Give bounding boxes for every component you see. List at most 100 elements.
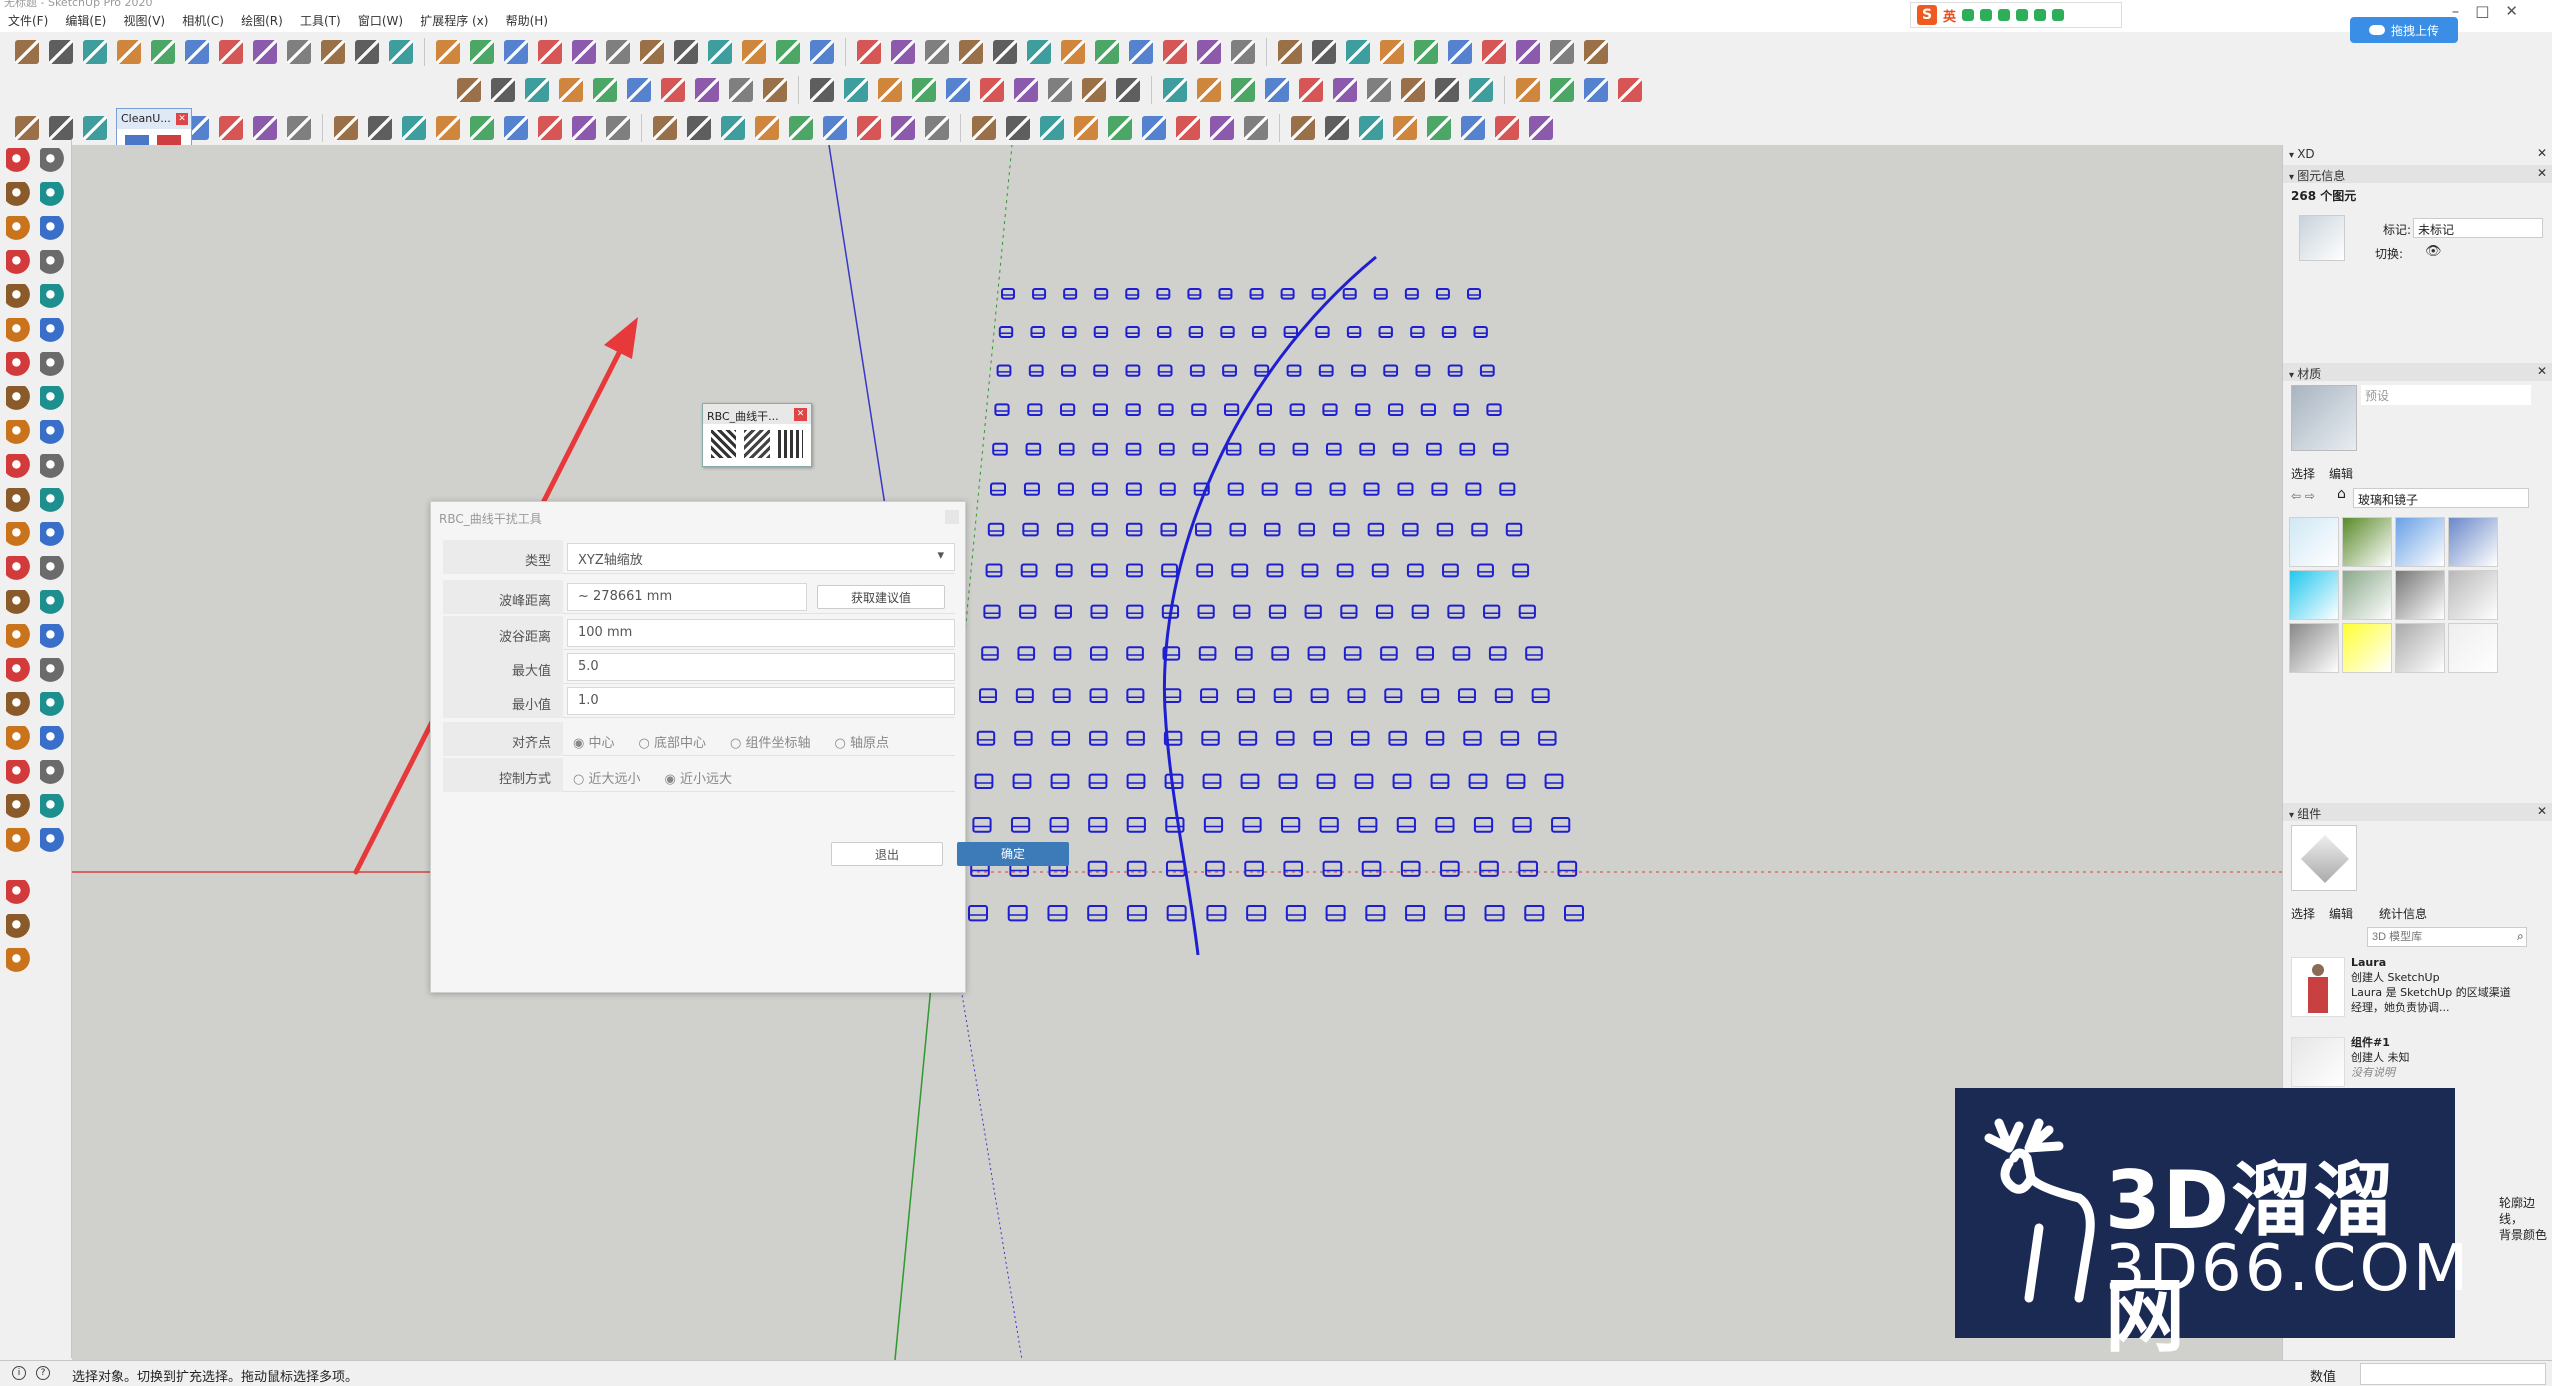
row1-tool-31-icon[interactable]	[1061, 40, 1085, 64]
row3-tool-44-icon[interactable]	[1529, 116, 1553, 140]
control-near-big-radio[interactable]: 近大远小	[573, 768, 640, 787]
row3-tool-25-icon[interactable]	[857, 116, 881, 140]
material-swatch-8[interactable]	[2448, 570, 2498, 620]
left-tool-36-icon[interactable]	[40, 726, 66, 752]
exit-button[interactable]: 退出	[831, 842, 943, 866]
materials-header[interactable]: 材质 ✕	[2283, 363, 2552, 381]
material-swatch-4[interactable]	[2448, 517, 2498, 567]
row3-tool-2-icon[interactable]	[49, 116, 73, 140]
row1-tool-8-icon[interactable]	[253, 40, 277, 64]
left-tool-12-icon[interactable]	[40, 318, 66, 344]
left-tool-32-icon[interactable]	[40, 658, 66, 684]
close-icon[interactable]: ✕	[2537, 804, 2547, 818]
tag-select[interactable]: 未标记	[2413, 218, 2543, 238]
type-select[interactable]: XYZ轴缩放 ▾	[567, 543, 955, 571]
row3-tool-23-icon[interactable]	[789, 116, 813, 140]
max-input[interactable]: 5.0	[567, 653, 955, 681]
row1-tool-39-icon[interactable]	[1346, 40, 1370, 64]
left-tool-15-icon[interactable]	[6, 386, 32, 412]
row3-tool-15-icon[interactable]	[504, 116, 528, 140]
row1-tool-5-icon[interactable]	[151, 40, 175, 64]
row3-tool-29-icon[interactable]	[1006, 116, 1030, 140]
suggest-button[interactable]: 获取建议值	[817, 585, 945, 609]
left-tool-45-icon[interactable]	[6, 914, 32, 940]
row3-tool-19-icon[interactable]	[653, 116, 677, 140]
row3-tool-8-icon[interactable]	[253, 116, 277, 140]
row2-tool-18-icon[interactable]	[1048, 78, 1072, 102]
align-bottom-radio[interactable]: 底部中心	[639, 732, 706, 751]
row3-tool-20-icon[interactable]	[687, 116, 711, 140]
row3-tool-30-icon[interactable]	[1040, 116, 1064, 140]
row1-tool-46-icon[interactable]	[1584, 40, 1608, 64]
row1-tool-14-icon[interactable]	[470, 40, 494, 64]
material-swatch-12[interactable]	[2448, 623, 2498, 673]
row3-tool-36-icon[interactable]	[1244, 116, 1268, 140]
row1-tool-6-icon[interactable]	[185, 40, 209, 64]
measurements-input[interactable]	[2360, 1363, 2546, 1385]
row1-tool-36-icon[interactable]	[1231, 40, 1255, 64]
left-tool-47-icon[interactable]	[6, 948, 32, 974]
material-swatch-9[interactable]	[2289, 623, 2339, 673]
laura-info[interactable]: Laura 创建人 SketchUp Laura 是 SketchUp 的区域渠…	[2351, 955, 2547, 1015]
row1-tool-11-icon[interactable]	[355, 40, 379, 64]
left-tool-7-icon[interactable]	[6, 250, 32, 276]
dialog-title-bar[interactable]: RBC_曲线干扰工具	[431, 502, 965, 532]
row3-tool-9-icon[interactable]	[287, 116, 311, 140]
left-tool-29-icon[interactable]	[6, 624, 32, 650]
row2-tool-4-icon[interactable]	[559, 78, 583, 102]
valley-input[interactable]: 100 mm	[567, 619, 955, 647]
row3-tool-37-icon[interactable]	[1291, 116, 1315, 140]
align-origin-radio[interactable]: 轴原点	[835, 732, 889, 751]
laura-thumbnail[interactable]	[2291, 957, 2345, 1017]
row1-tool-12-icon[interactable]	[389, 40, 413, 64]
row2-tool-31-icon[interactable]	[1516, 78, 1540, 102]
menu-view[interactable]: 视图(V)	[116, 8, 171, 29]
left-tool-2-icon[interactable]	[40, 148, 66, 174]
row3-tool-41-icon[interactable]	[1427, 116, 1451, 140]
min-input[interactable]: 1.0	[567, 687, 955, 715]
row1-tool-32-icon[interactable]	[1095, 40, 1119, 64]
row1-tool-21-icon[interactable]	[708, 40, 732, 64]
left-tool-40-icon[interactable]	[40, 794, 66, 820]
left-tool-18-icon[interactable]	[40, 420, 66, 446]
left-tool-24-icon[interactable]	[40, 522, 66, 548]
close-icon[interactable]: ✕	[2537, 146, 2547, 160]
left-tool-14-icon[interactable]	[40, 352, 66, 378]
row1-tool-3-icon[interactable]	[83, 40, 107, 64]
close-icon[interactable]: ✕	[2537, 364, 2547, 378]
left-tool-11-icon[interactable]	[6, 318, 32, 344]
home-icon[interactable]: ⌂	[2337, 486, 2346, 502]
row3-tool-33-icon[interactable]	[1142, 116, 1166, 140]
row2-tool-20-icon[interactable]	[1116, 78, 1140, 102]
menu-tools[interactable]: 工具(T)	[292, 8, 346, 29]
row1-tool-22-icon[interactable]	[742, 40, 766, 64]
materials-tab-select[interactable]: 选择	[2291, 465, 2315, 482]
row1-tool-33-icon[interactable]	[1129, 40, 1153, 64]
peak-input[interactable]: ~ 278661 mm	[567, 583, 807, 611]
row1-tool-28-icon[interactable]	[959, 40, 983, 64]
menu-help[interactable]: 帮助(H)	[498, 8, 553, 29]
row3-tool-31-icon[interactable]	[1074, 116, 1098, 140]
left-tool-5-icon[interactable]	[6, 216, 32, 242]
row1-tool-7-icon[interactable]	[219, 40, 243, 64]
left-tool-17-icon[interactable]	[6, 420, 32, 446]
row2-tool-28-icon[interactable]	[1401, 78, 1425, 102]
row2-tool-21-icon[interactable]	[1163, 78, 1187, 102]
row3-tool-40-icon[interactable]	[1393, 116, 1417, 140]
component1-thumbnail[interactable]	[2291, 1037, 2345, 1087]
scene-canvas[interactable]	[72, 145, 2282, 1360]
row2-tool-10-icon[interactable]	[763, 78, 787, 102]
control-near-small-radio[interactable]: 近小远大	[665, 768, 732, 787]
left-tool-37-icon[interactable]	[6, 760, 32, 786]
close-icon[interactable]: ✕	[176, 113, 188, 125]
left-tool-23-icon[interactable]	[6, 522, 32, 548]
row1-tool-1-icon[interactable]	[15, 40, 39, 64]
left-tool-16-icon[interactable]	[40, 386, 66, 412]
left-tool-10-icon[interactable]	[40, 284, 66, 310]
ime-keyboard-icon[interactable]	[2016, 9, 2029, 21]
row2-tool-25-icon[interactable]	[1299, 78, 1323, 102]
material-name-field[interactable]: 预设	[2361, 385, 2531, 405]
row3-tool-1-icon[interactable]	[15, 116, 39, 140]
row3-tool-18-icon[interactable]	[606, 116, 630, 140]
row2-tool-1-icon[interactable]	[457, 78, 481, 102]
